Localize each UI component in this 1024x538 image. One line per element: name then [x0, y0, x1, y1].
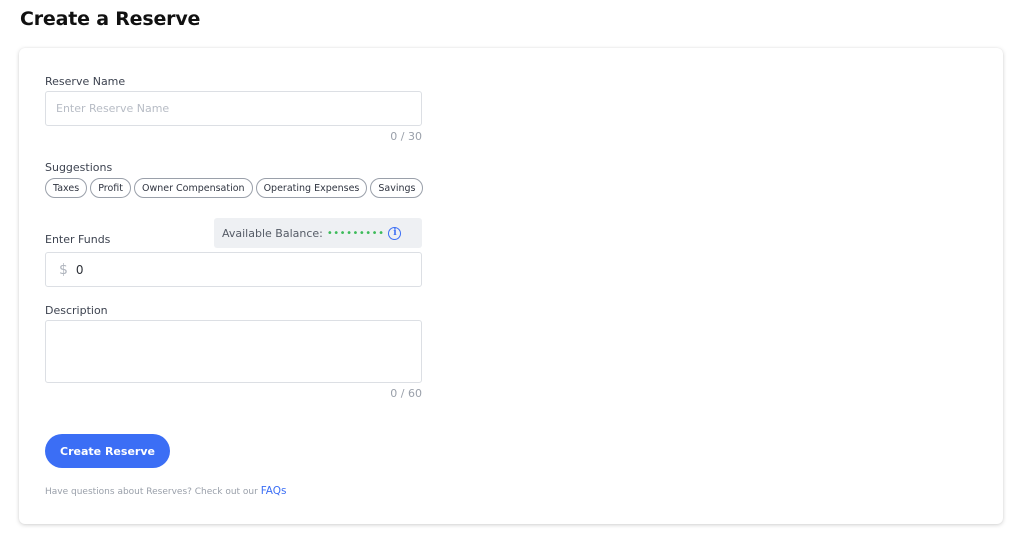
- info-icon[interactable]: i: [388, 226, 402, 240]
- suggestion-chips: Taxes Profit Owner Compensation Operatin…: [45, 178, 424, 198]
- suggestion-chip-operating-expenses[interactable]: Operating Expenses: [255, 178, 368, 198]
- description-counter: 0 / 60: [390, 387, 422, 400]
- description-label: Description: [45, 304, 108, 317]
- create-reserve-button[interactable]: Create Reserve: [45, 434, 170, 468]
- create-reserve-card: Reserve Name 0 / 30 Suggestions Taxes Pr…: [19, 48, 1003, 524]
- suggestion-chip-profit[interactable]: Profit: [90, 178, 131, 198]
- description-textarea[interactable]: [45, 320, 422, 383]
- reserve-name-label: Reserve Name: [45, 75, 126, 88]
- faq-note-text: Have questions about Reserves? Check out…: [45, 487, 258, 497]
- reserve-name-input[interactable]: [45, 91, 422, 126]
- faq-note: Have questions about Reserves? Check out…: [45, 485, 287, 497]
- enter-funds-label: Enter Funds: [45, 233, 111, 246]
- available-balance: Available Balance: ••••••••• i: [214, 218, 422, 248]
- available-balance-value: •••••••••: [326, 227, 385, 239]
- available-balance-label: Available Balance:: [222, 226, 323, 240]
- suggestions-label: Suggestions: [45, 161, 113, 174]
- reserve-name-counter: 0 / 30: [390, 130, 422, 143]
- dollar-icon: $: [59, 261, 68, 278]
- suggestion-chip-savings[interactable]: Savings: [370, 178, 424, 198]
- faq-link[interactable]: FAQs: [261, 485, 287, 497]
- suggestion-chip-taxes[interactable]: Taxes: [45, 178, 88, 198]
- funds-field: $: [45, 252, 422, 287]
- funds-input[interactable]: [75, 262, 376, 277]
- suggestion-chip-owner-compensation[interactable]: Owner Compensation: [133, 178, 253, 198]
- page-title: Create a Reserve: [20, 8, 201, 30]
